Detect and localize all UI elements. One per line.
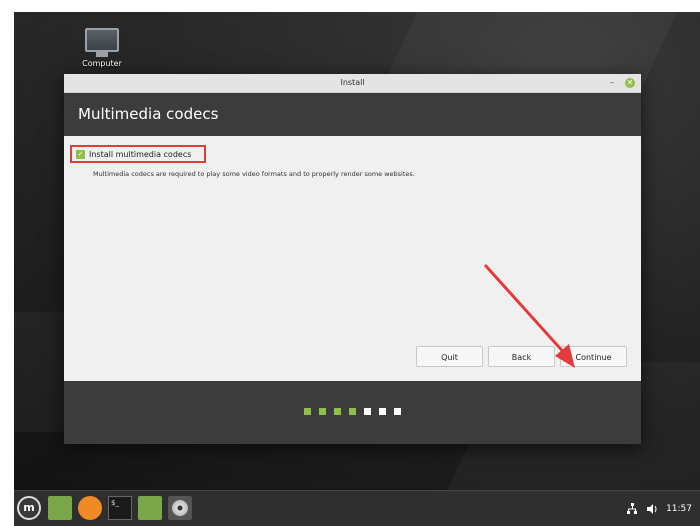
progress-dot-completed [304, 408, 311, 415]
progress-dot-completed [319, 408, 326, 415]
computer-icon-stand [96, 52, 108, 57]
progress-dot-completed [349, 408, 356, 415]
window-title: Install [340, 78, 365, 87]
desktop-icon-label: Computer [82, 59, 122, 68]
desktop-icon-computer[interactable]: Computer [72, 28, 132, 68]
checkbox-label: Install multimedia codecs [89, 149, 192, 159]
install-codecs-checkbox-row[interactable]: ✓ Install multimedia codecs [70, 145, 206, 163]
window-titlebar[interactable]: Install – ✕ [64, 74, 641, 93]
computer-icon [85, 28, 119, 52]
page-title: Multimedia codecs [64, 93, 641, 136]
close-button[interactable]: ✕ [625, 78, 635, 88]
system-tray: 11:57 [626, 491, 692, 526]
terminal-icon[interactable]: $_ [108, 496, 132, 520]
firefox-icon[interactable] [78, 496, 102, 520]
checkbox-checked-icon[interactable]: ✓ [76, 149, 85, 159]
progress-dot-completed [334, 408, 341, 415]
quit-button[interactable]: Quit [416, 346, 483, 367]
minimize-button[interactable]: – [607, 78, 617, 88]
progress-footer [64, 381, 641, 444]
annotation-arrow-icon [483, 263, 575, 368]
clock[interactable]: 11:57 [666, 504, 692, 514]
folder-icon[interactable] [48, 496, 72, 520]
disc-installer-icon[interactable] [168, 496, 192, 520]
taskbar: m $_ 11:57 [14, 490, 700, 526]
installer-window: Install – ✕ Multimedia codecs ✓ Install … [64, 74, 641, 444]
progress-dot-pending [379, 408, 386, 415]
progress-dot-pending [394, 408, 401, 415]
progress-dot-pending [364, 408, 371, 415]
linux-mint-logo-icon[interactable]: m [17, 496, 41, 520]
codecs-description: Multimedia codecs are required to play s… [93, 170, 415, 178]
progress-dots [304, 408, 401, 415]
files-icon[interactable] [138, 496, 162, 520]
volume-icon[interactable] [646, 503, 658, 515]
network-icon[interactable] [626, 502, 638, 515]
